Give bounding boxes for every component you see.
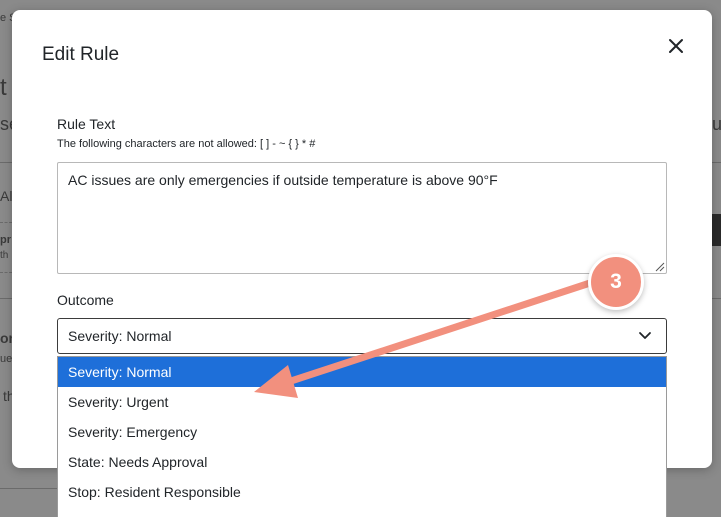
rule-text-label: Rule Text <box>57 116 116 132</box>
bg-divider <box>712 162 721 163</box>
outcome-select-value: Severity: Normal <box>68 328 172 344</box>
modal-title: Edit Rule <box>42 44 120 65</box>
bg-fragment: th <box>0 250 9 261</box>
bg-fragment: ut <box>712 114 721 134</box>
bg-divider <box>0 488 57 489</box>
outcome-dropdown-list: Severity: Normal Severity: Urgent Severi… <box>57 356 667 517</box>
bg-fragment: ue <box>0 353 13 365</box>
bg-divider <box>0 298 12 299</box>
dropdown-option[interactable]: State: Needs Approval <box>58 447 666 477</box>
bg-divider <box>0 222 12 223</box>
resize-grip-icon[interactable] <box>653 260 665 272</box>
rule-text-help: The following characters are not allowed… <box>57 138 316 150</box>
bg-fragment: t <box>0 74 7 101</box>
outcome-select[interactable]: Severity: Normal <box>57 318 667 354</box>
bg-dark-button <box>712 214 721 246</box>
bg-divider <box>0 162 12 163</box>
dropdown-option[interactable]: Severity: Normal <box>58 357 666 387</box>
close-button[interactable] <box>664 34 688 58</box>
dropdown-option[interactable]: Severity: Urgent <box>58 387 666 417</box>
bg-divider <box>0 272 12 273</box>
bg-divider <box>712 298 721 299</box>
outcome-label: Outcome <box>57 292 114 308</box>
step-badge: 3 <box>588 254 644 310</box>
chevron-down-icon <box>639 332 651 339</box>
dropdown-option[interactable]: Stop: Resident Responsible <box>58 477 666 507</box>
close-icon <box>669 39 683 53</box>
rule-text-input[interactable]: AC issues are only emergencies if outsid… <box>57 162 667 274</box>
dropdown-option[interactable]: Severity: Emergency <box>58 417 666 447</box>
bg-fragment: pr <box>0 234 11 246</box>
